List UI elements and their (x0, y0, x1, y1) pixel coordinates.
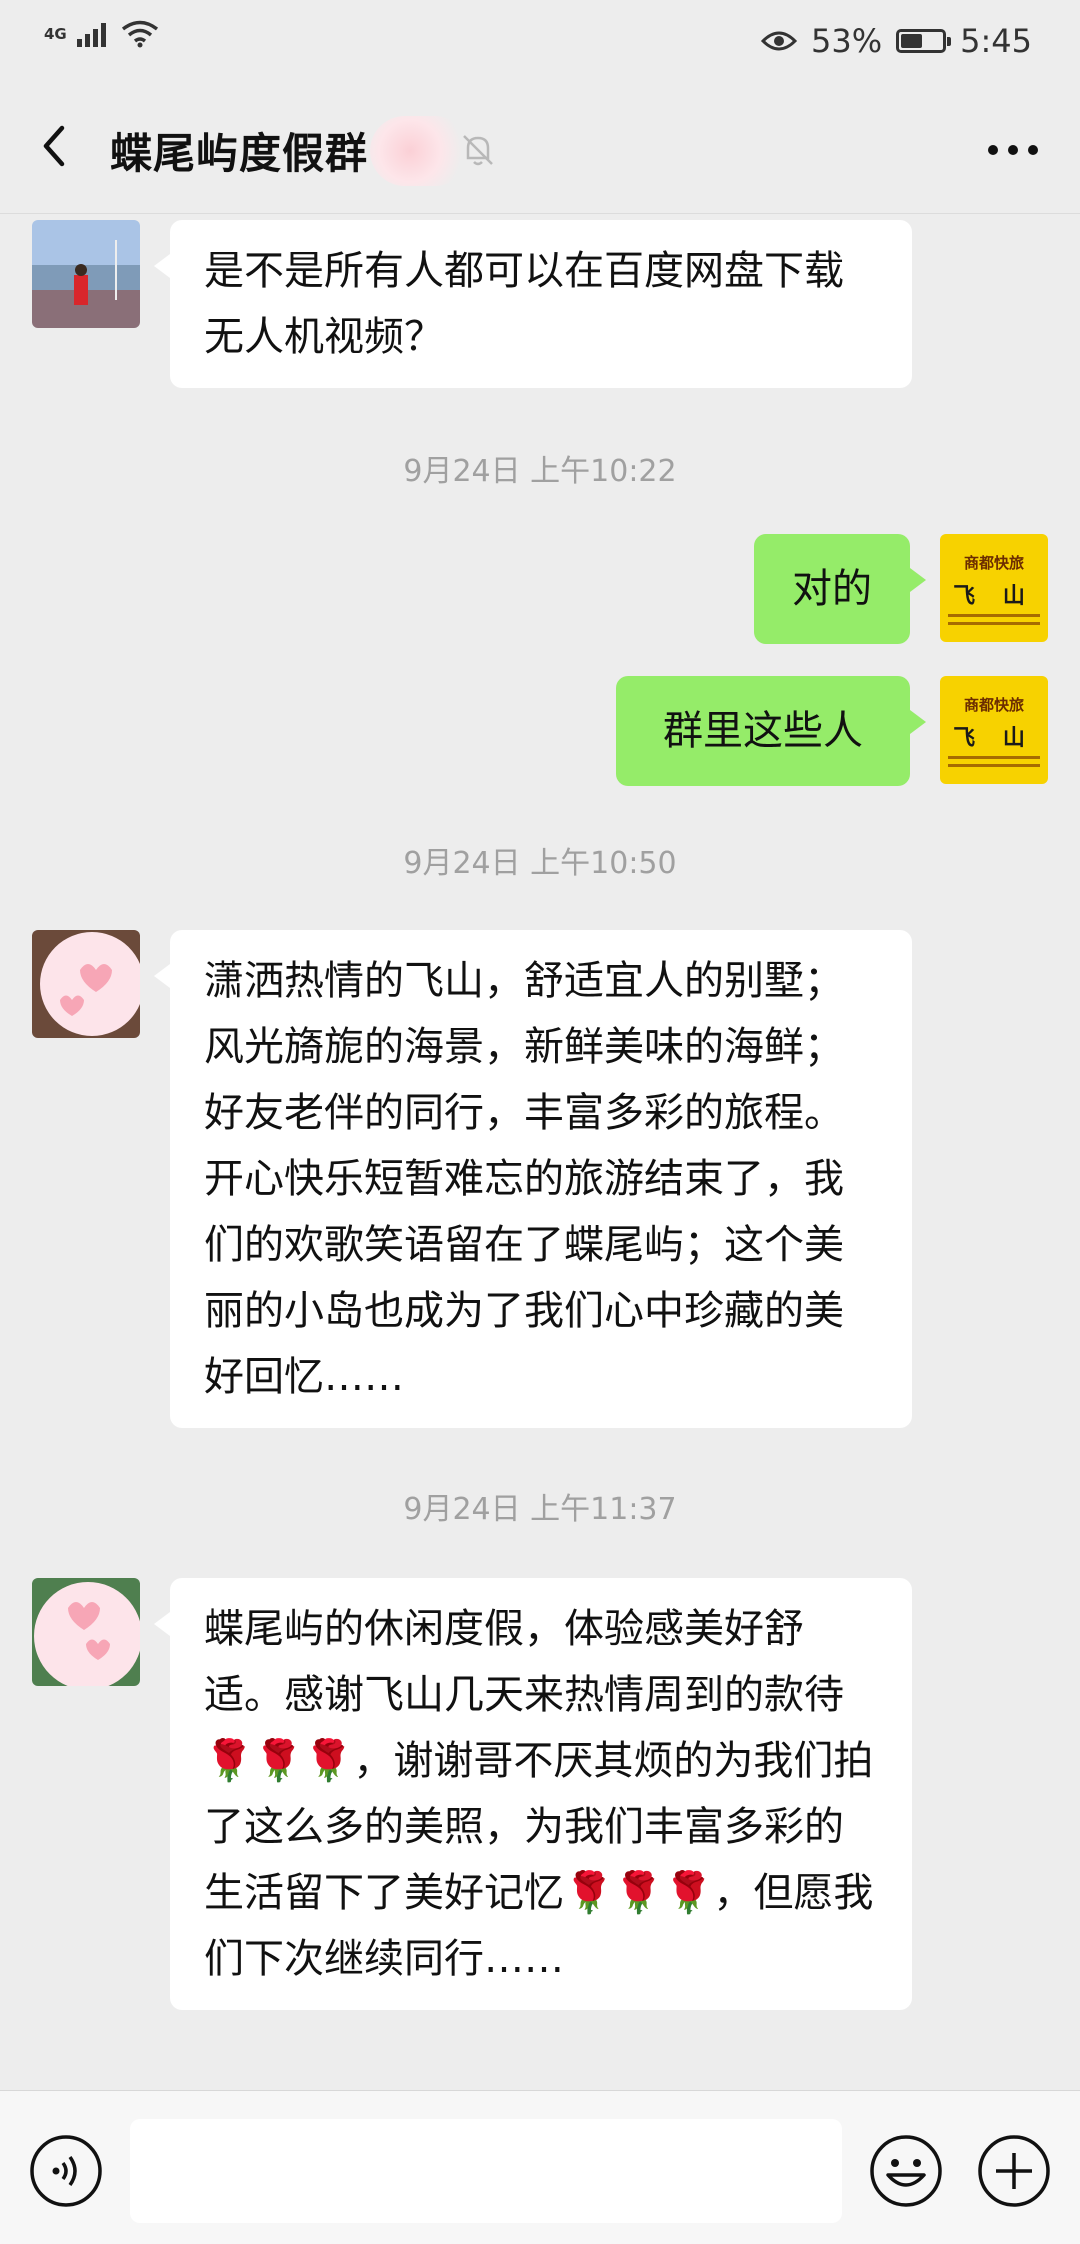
timestamp: 9月24日 上午10:22 (403, 454, 677, 489)
message-text: 群里这些人 (663, 708, 863, 754)
avatar-line2: 飞 山 (953, 583, 1035, 609)
status-right: 53% 5:45 (761, 22, 1032, 60)
avatar-line1: 商都快旅 (963, 696, 1024, 714)
avatar[interactable] (32, 930, 140, 1038)
my-avatar[interactable]: 商都快旅 飞 山 (940, 676, 1048, 784)
signal-icon (76, 23, 106, 47)
voice-icon[interactable] (28, 2133, 104, 2209)
message-text: 对的 (792, 566, 872, 612)
message-bubble[interactable]: 是不是所有人都可以在百度网盘下载无人机视频？ (154, 220, 912, 388)
message-text: 是不是所有人都可以在百度网盘下载无人机视频？ (204, 248, 844, 360)
avatar-line1: 商都快旅 (963, 554, 1024, 572)
status-bar: 4G 53% 5:45 (0, 0, 1080, 86)
avatar[interactable] (32, 1578, 140, 1686)
battery-icon (896, 29, 952, 53)
status-left: 4G (44, 20, 159, 48)
input-bar (0, 2090, 1080, 2244)
message-bubble[interactable]: 群里这些人 (616, 676, 926, 786)
timestamp: 9月24日 上午11:37 (403, 1492, 677, 1527)
battery-percent: 53% (811, 22, 883, 60)
message-text: 蝶尾屿的休闲度假，体验感美好舒适。感谢飞山几天来热情周到的款待🌹🌹🌹，谢谢哥不厌… (204, 1606, 874, 1982)
eye-icon (761, 31, 798, 51)
timestamp: 9月24日 上午10:50 (403, 846, 677, 881)
avatar-line2: 飞 山 (953, 725, 1035, 751)
avatar[interactable] (32, 220, 140, 328)
message-list[interactable]: 是不是所有人都可以在百度网盘下载无人机视频？ 9月24日 上午10:22 对的 … (0, 214, 1080, 2084)
wifi-icon (121, 20, 158, 48)
message-bubble[interactable]: 潇洒热情的飞山，舒适宜人的别墅；风光旖旎的海景，新鲜美味的海鲜；好友老伴的同行，… (154, 930, 912, 1428)
chat-title: 蝶尾屿度假群 (110, 129, 369, 178)
plus-icon[interactable] (976, 2133, 1052, 2209)
message-bubble[interactable]: 蝶尾屿的休闲度假，体验感美好舒适。感谢飞山几天来热情周到的款待🌹🌹🌹，谢谢哥不厌… (154, 1578, 912, 2010)
message-text: 潇洒热情的飞山，舒适宜人的别墅；风光旖旎的海景，新鲜美味的海鲜；好友老伴的同行，… (204, 958, 844, 1400)
my-avatar[interactable]: 商都快旅 飞 山 (940, 534, 1048, 642)
more-dots-icon[interactable] (978, 130, 1048, 170)
clock: 5:45 (960, 22, 1032, 60)
bell-muted-icon (463, 135, 493, 166)
chat-header: 蝶尾屿度假群 (0, 86, 1080, 214)
message-bubble[interactable]: 对的 (754, 534, 926, 644)
message-input[interactable] (130, 2119, 842, 2223)
redaction-sticker (370, 116, 470, 186)
back-arrow-icon[interactable] (26, 116, 86, 176)
emoji-icon[interactable] (868, 2133, 944, 2209)
network-type: 4G (44, 25, 67, 43)
